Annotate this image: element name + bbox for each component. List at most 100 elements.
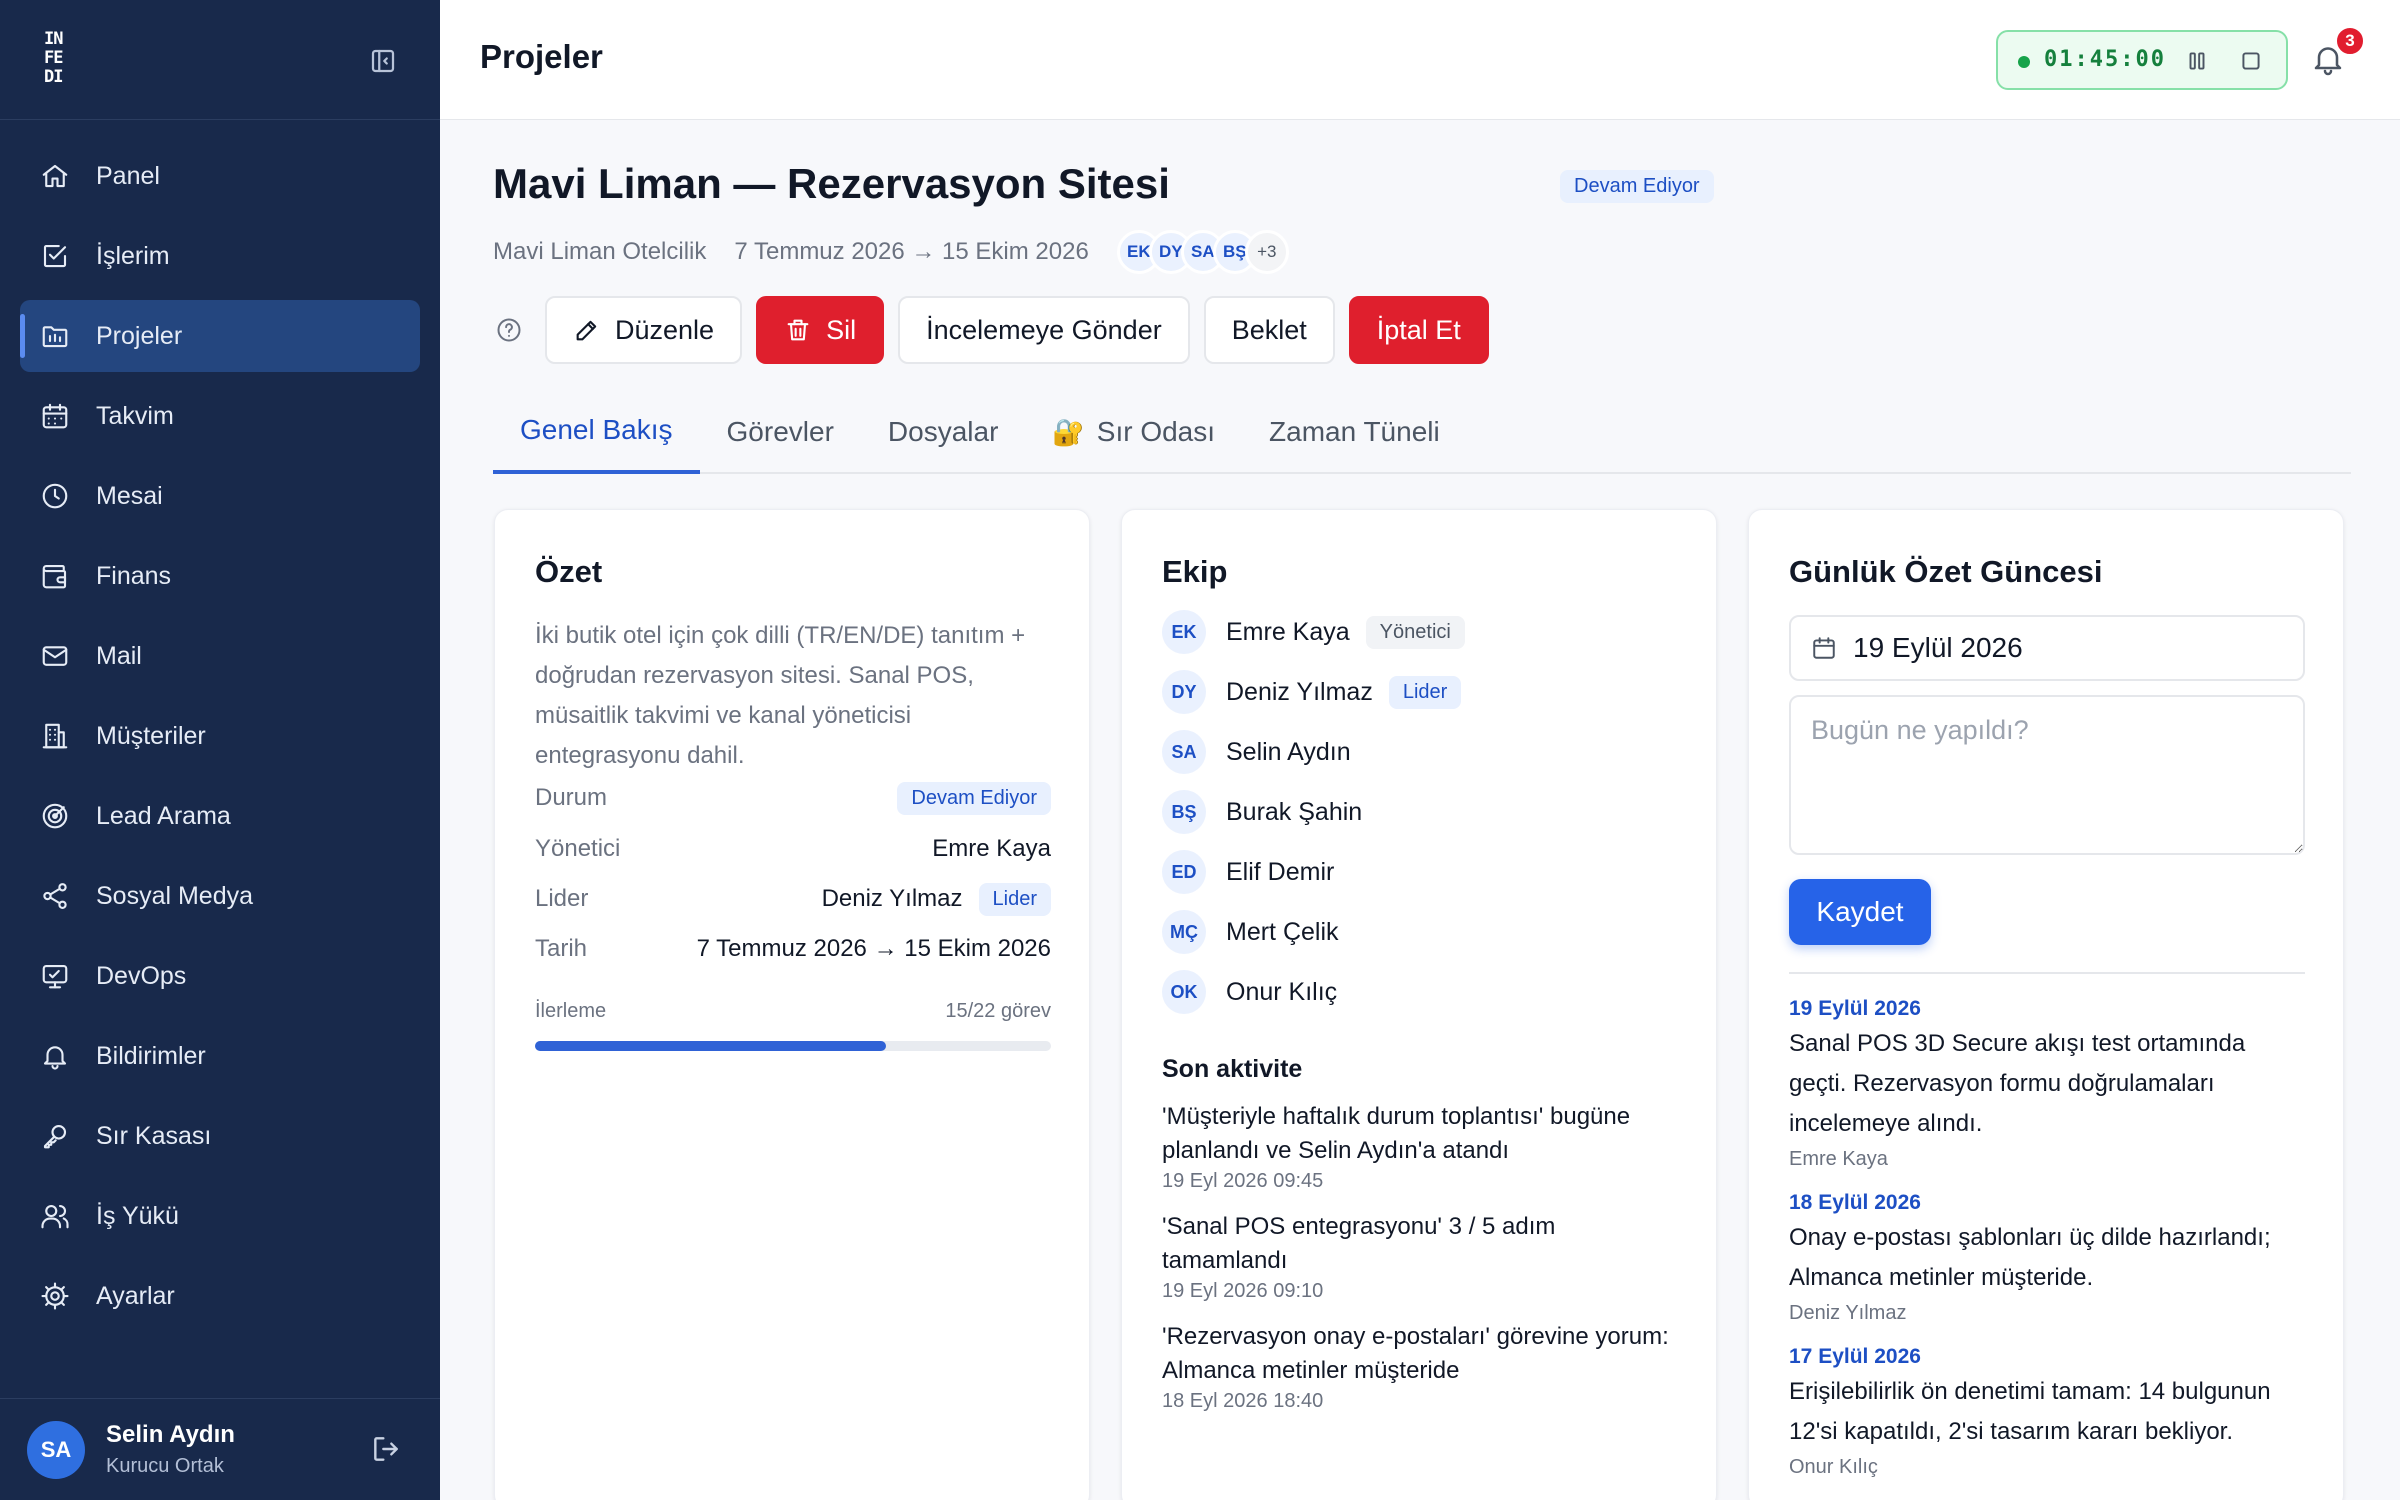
- list-item[interactable]: BŞ Burak Şahin: [1162, 782, 1682, 842]
- lock-icon: 🔐: [1052, 416, 1085, 447]
- list-item[interactable]: DY Deniz Yılmaz Lider: [1162, 662, 1682, 722]
- summary-card: Özet İki butik otel için çok dilli (TR/E…: [494, 509, 1090, 1500]
- user-panel: SA Selin Aydın Kurucu Ortak: [0, 1398, 440, 1500]
- progress-header: İlerleme 15/22 görev: [535, 1000, 1051, 1023]
- sidebar-item-projeler[interactable]: Projeler: [20, 300, 420, 372]
- sidebar-item-label: Ayarlar: [96, 1281, 175, 1310]
- entry-author: Deniz Yılmaz: [1789, 1302, 1907, 1324]
- tab-zaman-tuneli[interactable]: Zaman Tüneli: [1242, 390, 1467, 474]
- sidebar-item-mail[interactable]: Mail: [20, 620, 420, 692]
- activity-text: 'Sanal POS entegrasyonu' 3 / 5 adım tama…: [1162, 1213, 1556, 1274]
- pause-icon[interactable]: [2184, 48, 2210, 74]
- status-row: Durum Devam Ediyor: [535, 778, 1051, 818]
- clock-icon: [42, 483, 68, 509]
- timer-running-indicator: [2018, 56, 2030, 68]
- list-item[interactable]: EK Emre Kaya Yönetici: [1162, 602, 1682, 662]
- client-name: Mavi Liman Otelcilik: [493, 238, 707, 265]
- sidebar-item-musteriler[interactable]: Müşteriler: [20, 700, 420, 772]
- mail-icon: [42, 646, 68, 666]
- gear-icon: [41, 1282, 69, 1310]
- journal-entry: 19 Eylül 2026 Sanal POS 3D Secure akışı …: [1789, 994, 2309, 1174]
- cancel-project-button[interactable]: İptal Et: [1348, 296, 1489, 364]
- field-label: Yönetici: [535, 835, 621, 862]
- edit-button[interactable]: Düzenle: [545, 296, 743, 364]
- entry-text: Onay e-postası şablonları üç dilde hazır…: [1789, 1224, 2271, 1291]
- avatar: MÇ: [1162, 910, 1206, 954]
- avatar: EK: [1162, 610, 1206, 654]
- date-row: Tarih 7 Temmuz 2026 → 15 Ekim 2026: [535, 929, 1051, 969]
- sidebar-item-label: Müşteriler: [96, 721, 206, 750]
- sidebar-item-panel[interactable]: Panel: [20, 140, 420, 212]
- building-icon: [42, 723, 68, 749]
- journal-entry: 17 Eylül 2026 Erişilebilirlik ön denetim…: [1789, 1342, 2309, 1482]
- share-icon: [43, 883, 67, 909]
- hold-button[interactable]: Beklet: [1203, 296, 1335, 364]
- tab-genel-bakis[interactable]: Genel Bakış: [493, 390, 700, 474]
- list-item[interactable]: ED Elif Demir: [1162, 842, 1682, 902]
- role-badge: Lider: [978, 882, 1051, 916]
- stop-icon[interactable]: [2238, 48, 2264, 74]
- sidebar-item-sir-kasasi[interactable]: Sır Kasası: [20, 1100, 420, 1172]
- activity-item: 'Sanal POS entegrasyonu' 3 / 5 adım tama…: [1162, 1210, 1682, 1304]
- tab-sir-odasi[interactable]: 🔐 Sır Odası: [1025, 390, 1242, 474]
- avatar-stack[interactable]: EK DY SA BŞ +3: [1116, 230, 1289, 274]
- progress-value: 15/22 görev: [945, 1000, 1051, 1022]
- member-name: Onur Kılıç: [1226, 977, 1338, 1006]
- sidebar-item-ayarlar[interactable]: Ayarlar: [20, 1260, 420, 1332]
- wallet-icon: [42, 564, 67, 589]
- sidebar-item-label: Lead Arama: [96, 801, 231, 830]
- member-name: Selin Aydın: [1226, 737, 1351, 766]
- date-picker[interactable]: 19 Eylül 2026: [1789, 615, 2305, 681]
- card-title: Günlük Özet Güncesi: [1789, 554, 2103, 589]
- activity-time: 19 Eyl 2026 09:10: [1162, 1280, 1324, 1302]
- list-item[interactable]: SA Selin Aydın: [1162, 722, 1682, 782]
- entry-date: 18 Eylül 2026: [1789, 1191, 1921, 1214]
- list-item[interactable]: OK Onur Kılıç: [1162, 962, 1682, 1022]
- date-value: 19 Eylül 2026: [1853, 632, 2023, 663]
- sidebar-item-sosyal-medya[interactable]: Sosyal Medya: [20, 860, 420, 932]
- help-icon[interactable]: [495, 316, 523, 344]
- activity-item: 'Rezervasyon onay e-postaları' görevine …: [1162, 1320, 1682, 1414]
- list-item[interactable]: MÇ Mert Çelik: [1162, 902, 1682, 962]
- tab-gorevler[interactable]: Görevler: [700, 390, 861, 474]
- daily-journal-card: Günlük Özet Güncesi 19 Eylül 2026 Kaydet…: [1748, 509, 2344, 1500]
- sidebar-item-mesai[interactable]: Mesai: [20, 460, 420, 532]
- main-content: Mavi Liman — Rezervasyon Sitesi Devam Ed…: [440, 120, 2400, 1500]
- avatar: SA: [1162, 730, 1206, 774]
- project-dates: 7 Temmuz 2026 → 15 Ekim 2026: [734, 238, 1089, 265]
- collapse-sidebar-icon[interactable]: [368, 46, 398, 76]
- project-description: İki butik otel için çok dilli (TR/EN/DE)…: [535, 622, 1026, 769]
- sidebar-header: IN FE DI: [0, 0, 440, 120]
- tab-dosyalar[interactable]: Dosyalar: [861, 390, 1025, 474]
- sidebar-item-devops[interactable]: DevOps: [20, 940, 420, 1012]
- sidebar-item-is-yuku[interactable]: İş Yükü: [20, 1180, 420, 1252]
- key-icon: [43, 1124, 67, 1149]
- sidebar-item-islerim[interactable]: İşlerim: [20, 220, 420, 292]
- sidebar-item-bildirimler[interactable]: Bildirimler: [20, 1020, 420, 1092]
- avatar[interactable]: SA: [27, 1421, 85, 1479]
- sidebar-item-takvim[interactable]: Takvim: [20, 380, 420, 452]
- time-tracker[interactable]: 01:45:00: [1996, 30, 2288, 90]
- more-members-avatar: +3: [1244, 230, 1289, 274]
- activity-heading: Son aktivite: [1162, 1055, 1303, 1083]
- sidebar-item-label: Finans: [96, 561, 172, 590]
- send-to-review-button[interactable]: İncelemeye Gönder: [898, 296, 1190, 364]
- sidebar-item-lead-arama[interactable]: Lead Arama: [20, 780, 420, 852]
- lead-value: Deniz Yılmaz: [821, 885, 963, 912]
- sidebar-item-finans[interactable]: Finans: [20, 540, 420, 612]
- action-bar: Düzenle Sil İncelemeye Gönder Beklet İpt…: [493, 296, 1503, 364]
- member-name: Deniz Yılmaz: [1226, 677, 1373, 706]
- delete-button[interactable]: Sil: [756, 296, 885, 364]
- sidebar-item-label: Takvim: [96, 401, 174, 430]
- user-name: Selin Aydın: [106, 1421, 235, 1448]
- status-badge: Devam Ediyor: [897, 781, 1051, 815]
- save-button[interactable]: Kaydet: [1789, 879, 1931, 945]
- logout-icon[interactable]: [370, 1433, 402, 1465]
- daily-note-input[interactable]: [1789, 695, 2305, 855]
- folder-icon: [42, 326, 68, 348]
- member-name: Emre Kaya: [1226, 617, 1350, 646]
- app-logo[interactable]: IN FE DI: [44, 30, 90, 88]
- sidebar-item-label: Mail: [96, 641, 142, 670]
- role-badge: Lider: [1388, 675, 1462, 709]
- trash-icon: [787, 319, 809, 341]
